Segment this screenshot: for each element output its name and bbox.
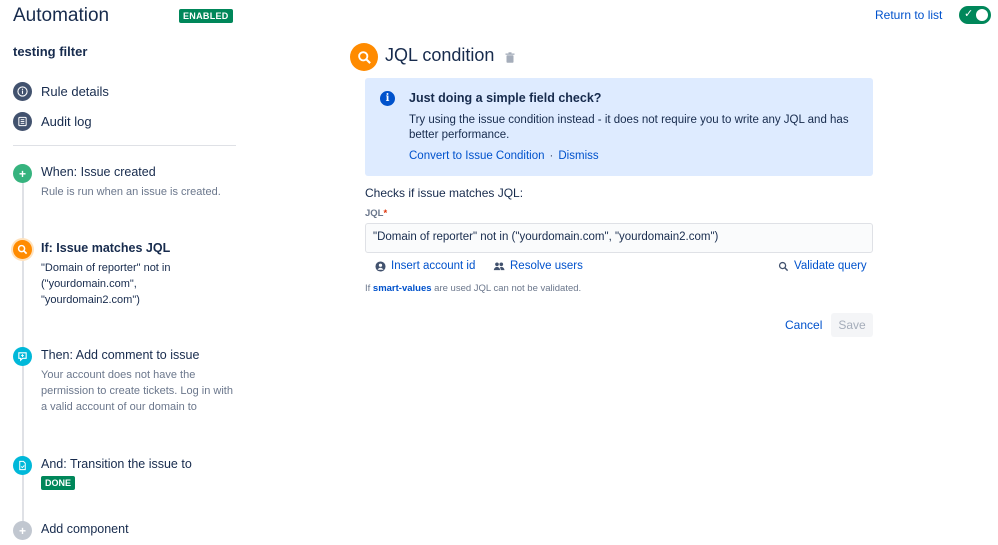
jql-field-label: JQL* [365, 208, 387, 219]
rule-enabled-toggle[interactable]: ✓ [959, 6, 991, 24]
step-title: Add component [41, 522, 129, 536]
info-actions: Convert to Issue Condition · Dismiss [409, 150, 599, 162]
validate-query-label: Validate query [794, 260, 867, 272]
step-description: "Domain of reporter" not in ("yourdomain… [41, 262, 171, 306]
toggle-knob [976, 9, 988, 21]
jql-input[interactable]: "Domain of reporter" not in ("yourdomain… [365, 223, 873, 253]
nav-item-label: Rule details [41, 84, 109, 99]
search-icon [13, 240, 32, 259]
info-message: i Just doing a simple field check? Try u… [365, 78, 873, 176]
status-badge: ENABLED [179, 9, 233, 23]
step-title: If: Issue matches JQL [41, 241, 171, 255]
insert-account-id-label: Insert account id [391, 260, 476, 272]
nav-item-label: Audit log [41, 114, 92, 129]
status-badge: DONE [41, 476, 76, 490]
resolve-users-button[interactable]: Resolve users [493, 260, 583, 272]
return-to-list-link[interactable]: Return to list [875, 8, 942, 22]
info-icon [13, 82, 32, 101]
convert-to-issue-condition-link[interactable]: Convert to Issue Condition [409, 150, 545, 162]
check-icon: ✓ [964, 8, 974, 20]
jql-label-text: JQL [365, 208, 384, 219]
info-text: Try using the issue condition instead - … [409, 114, 849, 141]
rule-name: testing filter [13, 44, 88, 59]
validate-query-button[interactable]: Validate query [778, 260, 867, 272]
smart-values-link[interactable]: smart-values [373, 283, 432, 294]
separator: · [549, 150, 554, 162]
nav-item-rule-details[interactable]: Rule details [13, 82, 109, 101]
insert-account-id-button[interactable]: Insert account id [375, 260, 475, 272]
divider [13, 145, 236, 146]
document-icon [13, 456, 32, 475]
smart-note-prefix: If [365, 283, 373, 294]
smart-values-note: If smart-values are used JQL can not be … [365, 283, 581, 294]
step-title: When: Issue created [41, 165, 156, 179]
resolve-users-label: Resolve users [510, 260, 583, 272]
page-title: Automation [13, 5, 110, 26]
cancel-button[interactable]: Cancel [777, 313, 830, 337]
user-icon [375, 260, 386, 272]
trash-icon[interactable] [505, 52, 515, 63]
required-mark: * [383, 208, 388, 219]
dismiss-link[interactable]: Dismiss [558, 150, 598, 162]
info-title: Just doing a simple field check? [409, 91, 602, 105]
nav-item-audit-log[interactable]: Audit log [13, 112, 92, 131]
step-description: Your account does not have the permissio… [41, 369, 233, 413]
plus-icon: + [13, 521, 32, 540]
smart-note-suffix: are used JQL can not be validated. [431, 283, 582, 294]
search-icon [778, 261, 789, 271]
step-title: And: Transition the issue to [41, 457, 192, 471]
checks-label: Checks if issue matches JQL: [365, 186, 524, 200]
comment-icon [13, 347, 32, 366]
search-icon [350, 43, 378, 71]
users-icon [493, 261, 505, 270]
plus-icon: + [13, 164, 32, 183]
panel-title: JQL condition [385, 45, 495, 65]
step-title: Then: Add comment to issue [41, 348, 200, 362]
info-icon: i [380, 91, 395, 106]
step-description: Rule is run when an issue is created. [41, 186, 221, 198]
list-icon [13, 112, 32, 131]
save-button[interactable]: Save [831, 313, 873, 337]
